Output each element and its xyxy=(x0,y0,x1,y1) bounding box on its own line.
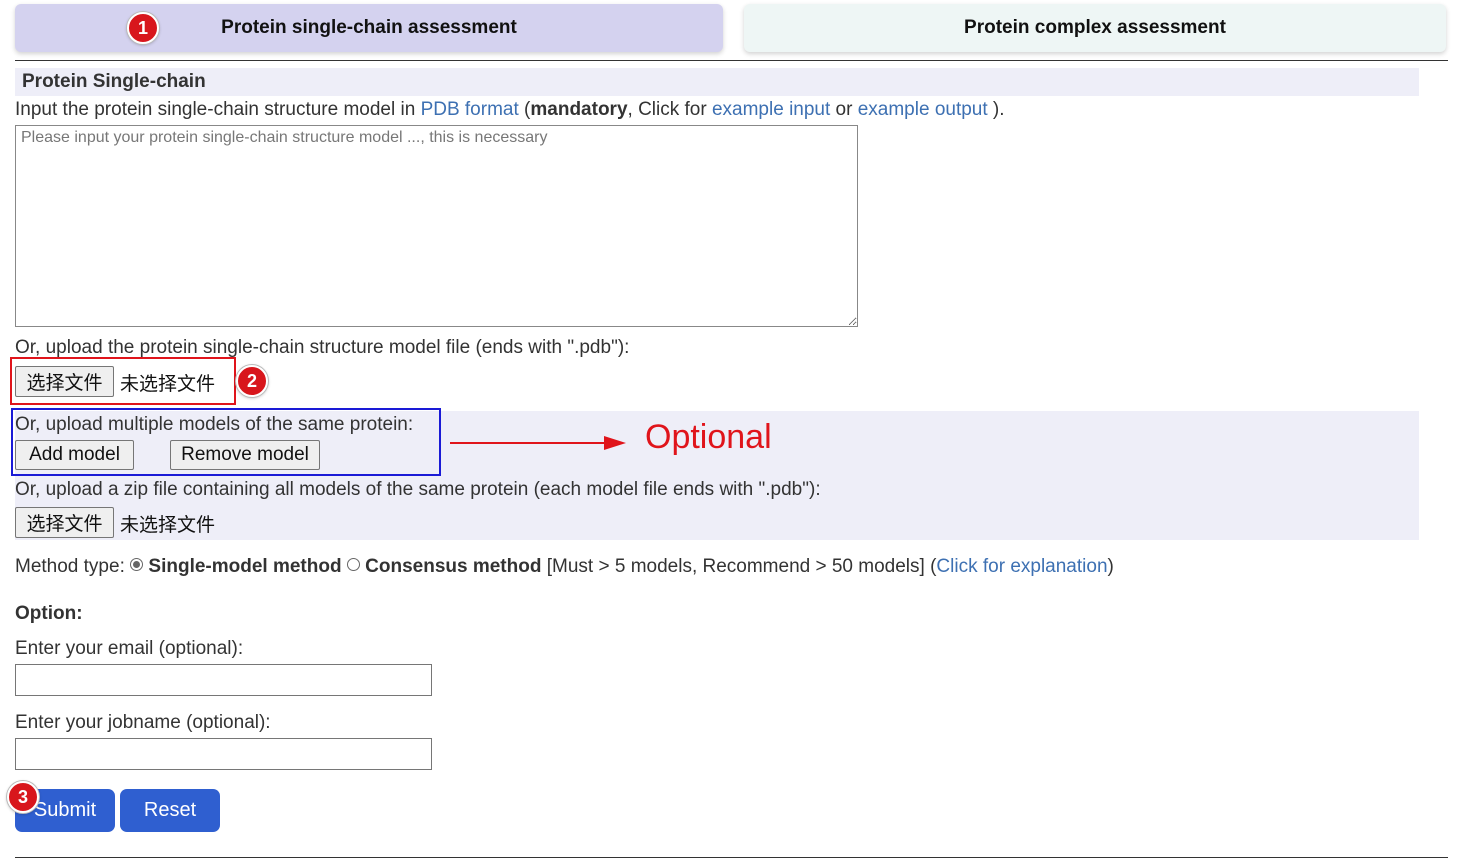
email-label: Enter your email (optional): xyxy=(15,638,244,659)
mandatory-label: mandatory xyxy=(530,99,628,120)
example-input-link[interactable]: example input xyxy=(712,99,830,120)
jobname-label: Enter your jobname (optional): xyxy=(15,712,271,733)
tab-single-chain[interactable]: Protein single-chain assessment xyxy=(15,4,723,52)
single-model-radio[interactable] xyxy=(130,558,144,572)
jobname-input[interactable] xyxy=(15,738,432,770)
intro-text-5: ). xyxy=(987,99,1005,120)
method-note: [Must > 5 models, Recommend > 50 models]… xyxy=(541,556,937,577)
consensus-radio[interactable] xyxy=(346,558,360,572)
method-suffix: ) xyxy=(1107,556,1114,577)
tab-complex-label: Protein complex assessment xyxy=(964,17,1226,38)
structure-model-textarea[interactable] xyxy=(15,125,858,327)
no-zip-file-chosen-label: 未选择文件 xyxy=(120,514,216,536)
explanation-link[interactable]: Click for explanation xyxy=(936,556,1107,577)
step-2-marker: 2 xyxy=(236,365,268,397)
reset-button[interactable]: Reset xyxy=(120,789,220,832)
pdb-format-link[interactable]: PDB format xyxy=(421,99,519,120)
step-1-marker: 1 xyxy=(127,12,159,44)
method-type-label: Method type: xyxy=(15,556,131,577)
consensus-label[interactable]: Consensus method xyxy=(365,556,541,577)
intro-text-2: ( xyxy=(518,99,531,120)
single-model-label[interactable]: Single-model method xyxy=(148,556,341,577)
intro-text-4: or xyxy=(830,99,858,120)
bottom-divider xyxy=(15,857,1448,858)
upload-single-label: Or, upload the protein single-chain stru… xyxy=(15,337,630,358)
section-title: Protein Single-chain xyxy=(15,68,1419,96)
annotation-red-box xyxy=(10,357,236,405)
email-input[interactable] xyxy=(15,664,432,696)
top-divider xyxy=(15,60,1448,61)
optional-annotation: Optional xyxy=(645,418,772,456)
tab-single-chain-label: Protein single-chain assessment xyxy=(221,17,517,38)
method-type-row: Method type: Single-model method Consens… xyxy=(15,556,1114,578)
tab-complex[interactable]: Protein complex assessment xyxy=(744,4,1446,52)
intro-text-1: Input the protein single-chain structure… xyxy=(15,99,421,120)
step-3-marker: 3 xyxy=(7,781,39,813)
arrow-icon xyxy=(450,436,626,450)
intro-text-3: , Click for xyxy=(627,99,712,120)
annotation-blue-box xyxy=(11,408,441,476)
option-heading: Option: xyxy=(15,603,83,624)
example-output-link[interactable]: example output xyxy=(858,99,988,120)
zip-upload-label: Or, upload a zip file containing all mod… xyxy=(15,479,821,500)
choose-zip-file-button[interactable]: 选择文件 xyxy=(15,507,114,538)
intro-text: Input the protein single-chain structure… xyxy=(15,99,1005,121)
